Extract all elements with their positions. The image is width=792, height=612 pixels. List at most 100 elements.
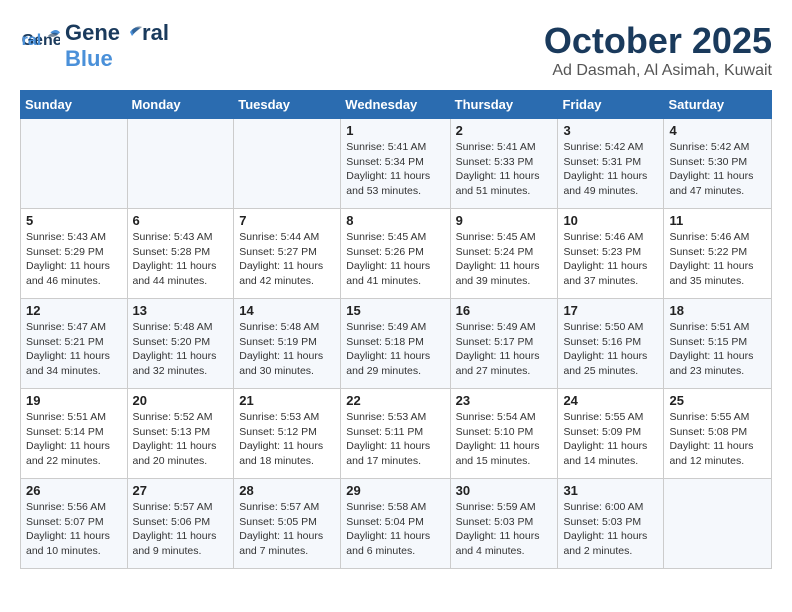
- day-info: Sunrise: 5:48 AM Sunset: 5:20 PM Dayligh…: [133, 320, 229, 379]
- day-number: 15: [346, 303, 444, 318]
- table-row: [664, 479, 772, 569]
- day-info: Sunrise: 5:41 AM Sunset: 5:34 PM Dayligh…: [346, 140, 444, 199]
- day-info: Sunrise: 5:57 AM Sunset: 5:06 PM Dayligh…: [133, 500, 229, 559]
- calendar-week-row: 5 Sunrise: 5:43 AM Sunset: 5:29 PM Daylig…: [21, 209, 772, 299]
- table-row: 10Sunrise: 5:46 AM Sunset: 5:23 PM Dayli…: [558, 209, 664, 299]
- table-row: 13 Sunrise: 5:48 AM Sunset: 5:20 PM Dayli…: [127, 299, 234, 389]
- day-info: Sunrise: 5:53 AM Sunset: 5:12 PM Dayligh…: [239, 410, 335, 469]
- day-number: 10: [563, 213, 658, 228]
- col-sunday: Sunday: [21, 91, 128, 119]
- day-info: Sunrise: 5:52 AM Sunset: 5:13 PM Dayligh…: [133, 410, 229, 469]
- calendar-week-row: 19Sunrise: 5:51 AM Sunset: 5:14 PM Dayli…: [21, 389, 772, 479]
- table-row: 26 Sunrise: 5:56 AM Sunset: 5:07 PM Dayli…: [21, 479, 128, 569]
- calendar-table: Sunday Monday Tuesday Wednesday Thursday…: [20, 90, 772, 569]
- day-info: Sunrise: 5:42 AM Sunset: 5:31 PM Dayligh…: [563, 140, 658, 199]
- day-number: 8: [346, 213, 444, 228]
- day-number: 18: [669, 303, 766, 318]
- day-number: 9: [456, 213, 553, 228]
- day-info: Sunrise: 5:44 AM Sunset: 5:27 PM Dayligh…: [239, 230, 335, 289]
- logo: Gene ral Gene ral Blue: [20, 20, 169, 72]
- day-info: Sunrise: 6:00 AM Sunset: 5:03 PM Dayligh…: [563, 500, 658, 559]
- day-number: 26: [26, 483, 122, 498]
- table-row: 8 Sunrise: 5:45 AM Sunset: 5:26 PM Daylig…: [341, 209, 450, 299]
- day-number: 21: [239, 393, 335, 408]
- day-info: Sunrise: 5:49 AM Sunset: 5:18 PM Dayligh…: [346, 320, 444, 379]
- col-thursday: Thursday: [450, 91, 558, 119]
- day-info: Sunrise: 5:51 AM Sunset: 5:15 PM Dayligh…: [669, 320, 766, 379]
- table-row: 30 Sunrise: 5:59 AM Sunset: 5:03 PM Dayli…: [450, 479, 558, 569]
- day-info: Sunrise: 5:48 AM Sunset: 5:19 PM Dayligh…: [239, 320, 335, 379]
- table-row: 3 Sunrise: 5:42 AM Sunset: 5:31 PM Daylig…: [558, 119, 664, 209]
- table-row: [234, 119, 341, 209]
- day-number: 13: [133, 303, 229, 318]
- day-info: Sunrise: 5:59 AM Sunset: 5:03 PM Dayligh…: [456, 500, 553, 559]
- col-wednesday: Wednesday: [341, 91, 450, 119]
- calendar-subtitle: Ad Dasmah, Al Asimah, Kuwait: [544, 62, 772, 80]
- calendar-week-row: 12 Sunrise: 5:47 AM Sunset: 5:21 PM Dayli…: [21, 299, 772, 389]
- logo-blue: Blue: [65, 46, 169, 72]
- table-row: 7 Sunrise: 5:44 AM Sunset: 5:27 PM Daylig…: [234, 209, 341, 299]
- table-row: 31Sunrise: 6:00 AM Sunset: 5:03 PM Dayli…: [558, 479, 664, 569]
- day-info: Sunrise: 5:47 AM Sunset: 5:21 PM Dayligh…: [26, 320, 122, 379]
- day-number: 12: [26, 303, 122, 318]
- logo-ral: ral: [142, 20, 169, 46]
- day-info: Sunrise: 5:54 AM Sunset: 5:10 PM Dayligh…: [456, 410, 553, 469]
- table-row: 6Sunrise: 5:43 AM Sunset: 5:28 PM Daylig…: [127, 209, 234, 299]
- day-number: 7: [239, 213, 335, 228]
- table-row: 2 Sunrise: 5:41 AM Sunset: 5:33 PM Daylig…: [450, 119, 558, 209]
- table-row: 19Sunrise: 5:51 AM Sunset: 5:14 PM Dayli…: [21, 389, 128, 479]
- day-info: Sunrise: 5:53 AM Sunset: 5:11 PM Dayligh…: [346, 410, 444, 469]
- day-info: Sunrise: 5:43 AM Sunset: 5:29 PM Dayligh…: [26, 230, 122, 289]
- day-info: Sunrise: 5:56 AM Sunset: 5:07 PM Dayligh…: [26, 500, 122, 559]
- day-number: 19: [26, 393, 122, 408]
- logo-text: Gene ral Blue: [65, 20, 169, 72]
- day-info: Sunrise: 5:45 AM Sunset: 5:26 PM Dayligh…: [346, 230, 444, 289]
- day-number: 3: [563, 123, 658, 138]
- day-number: 24: [563, 393, 658, 408]
- table-row: 29 Sunrise: 5:58 AM Sunset: 5:04 PM Dayli…: [341, 479, 450, 569]
- table-row: 24 Sunrise: 5:55 AM Sunset: 5:09 PM Dayli…: [558, 389, 664, 479]
- table-row: 4 Sunrise: 5:42 AM Sunset: 5:30 PM Daylig…: [664, 119, 772, 209]
- day-info: Sunrise: 5:55 AM Sunset: 5:08 PM Dayligh…: [669, 410, 766, 469]
- day-number: 4: [669, 123, 766, 138]
- table-row: 16Sunrise: 5:49 AM Sunset: 5:17 PM Dayli…: [450, 299, 558, 389]
- table-row: 12 Sunrise: 5:47 AM Sunset: 5:21 PM Dayli…: [21, 299, 128, 389]
- table-row: 23 Sunrise: 5:54 AM Sunset: 5:10 PM Dayli…: [450, 389, 558, 479]
- day-info: Sunrise: 5:49 AM Sunset: 5:17 PM Dayligh…: [456, 320, 553, 379]
- day-number: 11: [669, 213, 766, 228]
- day-number: 29: [346, 483, 444, 498]
- day-info: Sunrise: 5:41 AM Sunset: 5:33 PM Dayligh…: [456, 140, 553, 199]
- day-number: 25: [669, 393, 766, 408]
- col-tuesday: Tuesday: [234, 91, 341, 119]
- day-number: 22: [346, 393, 444, 408]
- table-row: 28Sunrise: 5:57 AM Sunset: 5:05 PM Dayli…: [234, 479, 341, 569]
- table-row: [127, 119, 234, 209]
- table-row: 9Sunrise: 5:45 AM Sunset: 5:24 PM Daylig…: [450, 209, 558, 299]
- day-number: 2: [456, 123, 553, 138]
- day-number: 14: [239, 303, 335, 318]
- day-info: Sunrise: 5:55 AM Sunset: 5:09 PM Dayligh…: [563, 410, 658, 469]
- table-row: 14 Sunrise: 5:48 AM Sunset: 5:19 PM Dayli…: [234, 299, 341, 389]
- day-number: 17: [563, 303, 658, 318]
- day-number: 5: [26, 213, 122, 228]
- day-info: Sunrise: 5:57 AM Sunset: 5:05 PM Dayligh…: [239, 500, 335, 559]
- table-row: 21 Sunrise: 5:53 AM Sunset: 5:12 PM Dayli…: [234, 389, 341, 479]
- col-friday: Friday: [558, 91, 664, 119]
- calendar-week-row: 26 Sunrise: 5:56 AM Sunset: 5:07 PM Dayli…: [21, 479, 772, 569]
- day-number: 6: [133, 213, 229, 228]
- col-monday: Monday: [127, 91, 234, 119]
- table-row: 22 Sunrise: 5:53 AM Sunset: 5:11 PM Dayli…: [341, 389, 450, 479]
- col-saturday: Saturday: [664, 91, 772, 119]
- table-row: 20Sunrise: 5:52 AM Sunset: 5:13 PM Dayli…: [127, 389, 234, 479]
- table-row: 25 Sunrise: 5:55 AM Sunset: 5:08 PM Dayli…: [664, 389, 772, 479]
- day-number: 23: [456, 393, 553, 408]
- day-info: Sunrise: 5:58 AM Sunset: 5:04 PM Dayligh…: [346, 500, 444, 559]
- day-number: 30: [456, 483, 553, 498]
- title-area: October 2025 Ad Dasmah, Al Asimah, Kuwai…: [544, 20, 772, 80]
- logo-icon: Gene ral: [20, 26, 60, 66]
- calendar-title: October 2025: [544, 20, 772, 62]
- svg-text:ral: ral: [22, 32, 42, 49]
- day-info: Sunrise: 5:42 AM Sunset: 5:30 PM Dayligh…: [669, 140, 766, 199]
- table-row: [21, 119, 128, 209]
- table-row: 17Sunrise: 5:50 AM Sunset: 5:16 PM Dayli…: [558, 299, 664, 389]
